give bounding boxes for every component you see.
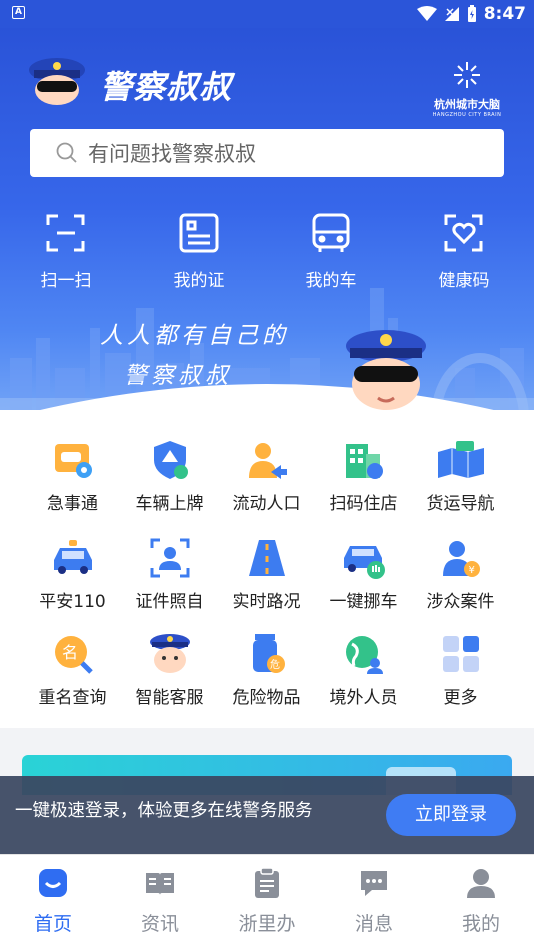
- more-grid-icon: [442, 636, 479, 672]
- id-card-icon: [179, 213, 219, 253]
- battery-icon: [467, 5, 476, 22]
- clock: 8:47: [483, 4, 526, 24]
- wifi-icon: [416, 6, 437, 21]
- partner-name-zh: 杭州城市大脑: [434, 98, 500, 111]
- scan-icon: [46, 214, 85, 252]
- bottom-tab-bar: 首页 资讯 浙里办 消息 我的: [0, 854, 534, 950]
- service-label: 重名查询: [38, 688, 107, 708]
- service-label: 实时路况: [232, 592, 301, 612]
- service-freight-navigation[interactable]: 货运导航: [412, 438, 509, 514]
- service-label: 扫码住店: [329, 494, 398, 514]
- tab-label: 资讯: [140, 913, 179, 935]
- status-bar: A 8:47: [0, 0, 534, 28]
- service-label: 智能客服: [135, 688, 204, 708]
- hotel-checkin-icon: [345, 444, 383, 479]
- service-label: 平安110: [39, 592, 106, 612]
- mass-case-icon: ¥: [442, 541, 480, 577]
- vehicle-plate-icon: [153, 441, 188, 479]
- app-title: 警察叔叔: [100, 68, 233, 106]
- login-prompt-bar: 一键极速登录，体验更多在线警务服务 立即登录: [0, 776, 534, 854]
- tab-profile[interactable]: 我的: [428, 867, 534, 936]
- foreigner-icon: [345, 636, 383, 674]
- service-id-photo[interactable]: 证件照自: [121, 536, 218, 612]
- move-car-icon: [343, 546, 385, 579]
- health-code-icon: [444, 214, 483, 252]
- message-icon: [361, 871, 387, 896]
- clipboard-icon: [255, 867, 279, 898]
- road-condition-icon: [248, 540, 285, 576]
- smart-service-icon: [149, 634, 190, 673]
- search-bar[interactable]: 有问题找警察叔叔: [30, 129, 504, 177]
- search-icon: [56, 142, 77, 163]
- service-label: 危险物品: [232, 688, 301, 708]
- service-label: 流动人口: [232, 494, 301, 514]
- svg-text:¥: ¥: [468, 565, 474, 576]
- quick-action-my-id[interactable]: 我的证: [149, 212, 249, 291]
- service-grid: 急事通 车辆上牌 流动人口 扫码住店 货运导航 平安110 证件照自 实时路况 …: [0, 410, 534, 728]
- tab-news[interactable]: 资讯: [107, 867, 213, 936]
- service-label: 一键挪车: [329, 592, 398, 612]
- service-vehicle-plate[interactable]: 车辆上牌: [121, 438, 218, 514]
- service-label: 急事通: [47, 494, 98, 514]
- service-label: 境外人员: [329, 688, 398, 708]
- service-more[interactable]: 更多: [412, 632, 509, 708]
- login-prompt-text: 一键极速登录，体验更多在线警务服务: [15, 801, 313, 821]
- slogan-line: 人人都有自己的: [100, 323, 289, 349]
- service-move-car[interactable]: 一键挪车: [315, 536, 412, 612]
- service-smart-service[interactable]: 智能客服: [121, 632, 218, 708]
- tab-label: 我的: [461, 913, 500, 935]
- hazardous-goods-icon: 危: [252, 634, 285, 673]
- signal-icon: [444, 7, 459, 21]
- service-hazardous-goods[interactable]: 危 危险物品: [218, 632, 315, 708]
- svg-text:名: 名: [62, 643, 78, 662]
- quick-action-label: 健康码: [438, 271, 490, 291]
- police-mascot-illustration: [346, 330, 426, 410]
- svg-text:危: 危: [270, 659, 280, 671]
- quick-action-label: 我的车: [305, 271, 357, 291]
- tab-label: 消息: [354, 913, 393, 935]
- profile-icon: [467, 869, 495, 898]
- hangzhou-city-brain-logo: 杭州城市大脑 HANGZHOU CITY BRAIN: [430, 60, 504, 118]
- quick-action-scan[interactable]: 扫一扫: [16, 212, 116, 291]
- quick-action-label: 扫一扫: [40, 271, 92, 291]
- name-search-icon: 名: [54, 636, 93, 674]
- service-police-110[interactable]: 平安110: [24, 536, 121, 612]
- service-label: 证件照自: [135, 592, 204, 612]
- city-brain-icon: [454, 62, 480, 88]
- service-mass-case[interactable]: ¥ 涉众案件: [412, 536, 509, 612]
- police-car-icon: [53, 540, 92, 574]
- service-urgent[interactable]: 急事通: [24, 438, 121, 514]
- quick-action-my-car[interactable]: 我的车: [281, 212, 381, 291]
- car-front-icon: [312, 213, 350, 252]
- urgent-car-icon: [54, 444, 92, 478]
- home-icon: [39, 869, 67, 897]
- tab-zheliban[interactable]: 浙里办: [214, 867, 320, 936]
- service-label: 涉众案件: [426, 592, 495, 612]
- news-icon: [146, 873, 174, 895]
- freight-map-icon: [437, 441, 484, 478]
- service-label: 货运导航: [426, 494, 495, 514]
- service-floating-population[interactable]: 流动人口: [218, 438, 315, 514]
- service-label: 车辆上牌: [135, 494, 204, 514]
- login-button[interactable]: 立即登录: [386, 794, 516, 836]
- quick-action-label: 我的证: [173, 271, 225, 291]
- service-hotel-checkin[interactable]: 扫码住店: [315, 438, 412, 514]
- service-name-search[interactable]: 名 重名查询: [24, 632, 121, 708]
- partner-name-en: HANGZHOU CITY BRAIN: [432, 112, 502, 118]
- quick-action-health-code[interactable]: 健康码: [414, 212, 514, 291]
- service-label: 更多: [443, 688, 478, 708]
- search-input[interactable]: 有问题找警察叔叔: [88, 138, 256, 168]
- tab-messages[interactable]: 消息: [321, 867, 427, 936]
- service-foreigner[interactable]: 境外人员: [315, 632, 412, 708]
- police-mascot-logo: [29, 58, 85, 105]
- tab-label: 首页: [33, 913, 72, 935]
- tab-home[interactable]: 首页: [0, 867, 106, 936]
- tab-label: 浙里办: [238, 913, 296, 935]
- notification-indicator: A: [12, 6, 25, 19]
- hero-header: 警察叔叔 杭州城市大脑 HANGZHOU CITY BRAIN 有问题找警察叔叔…: [0, 28, 534, 430]
- id-photo-icon: [150, 538, 189, 578]
- floating-population-icon: [248, 443, 287, 479]
- service-road-condition[interactable]: 实时路况: [218, 536, 315, 612]
